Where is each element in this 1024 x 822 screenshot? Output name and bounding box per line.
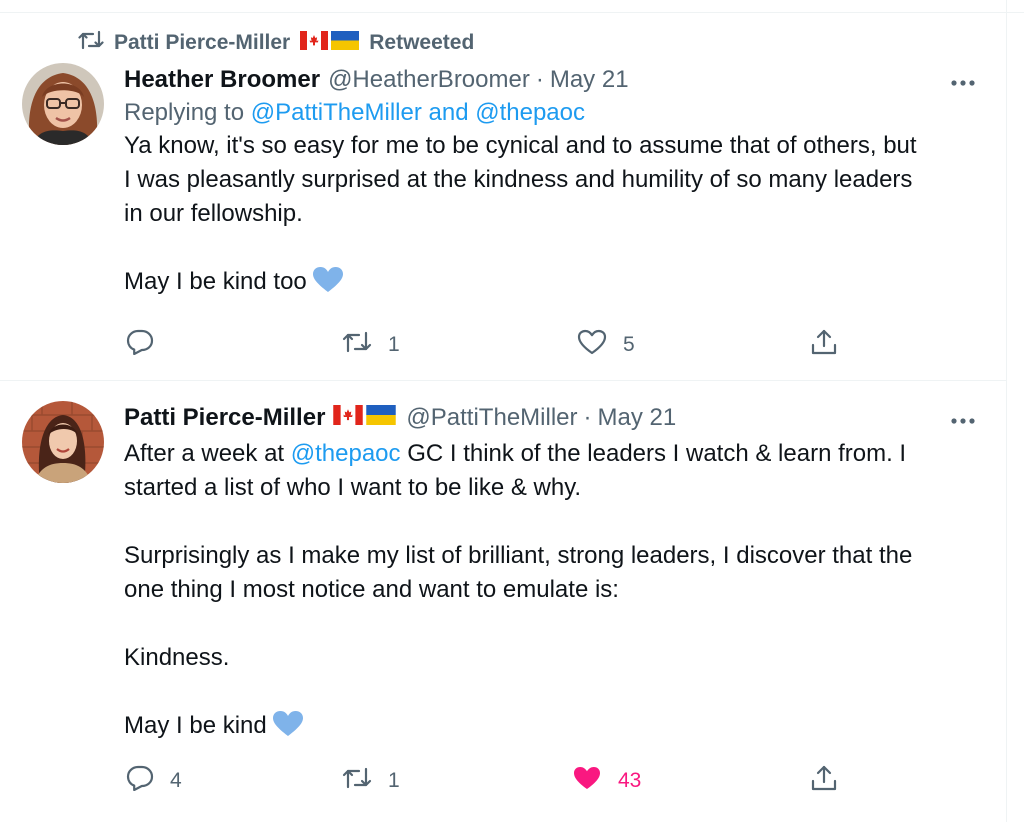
reply-button[interactable]	[126, 329, 170, 361]
tweet-header: Patti Pierce-Miller @PattiTheMiller · Ma…	[124, 401, 976, 435]
avatar-patti-pierce-miller[interactable]	[22, 401, 104, 483]
timeline-border	[1006, 0, 1007, 822]
tweet-text: After a week at @thepaoc GC I think of t…	[124, 437, 976, 747]
blue-heart-emoji	[313, 267, 344, 303]
tweet-text-line: After a week at @thepaoc GC I think of t…	[124, 440, 907, 467]
reply-count: 4	[170, 769, 182, 792]
author-flags	[333, 404, 397, 432]
like-count: 43	[618, 769, 642, 792]
retweet-icon	[342, 766, 372, 796]
tweet-patti-pierce-miller[interactable]: Patti Pierce-Miller @PattiTheMiller · Ma…	[0, 381, 1006, 822]
retweet-context: Patti Pierce-Miller Retweeted	[78, 29, 474, 57]
tweet-actions: 1 5	[124, 328, 844, 362]
retweeted-label: Retweeted	[369, 31, 475, 54]
reply-mention-thepaoc[interactable]: @thepaoc	[475, 99, 585, 126]
retweet-count: 1	[388, 769, 400, 792]
tweet-text-line: started a list of who I want to be like …	[124, 474, 582, 501]
share-button[interactable]	[810, 764, 838, 798]
replying-prefix: Replying to	[124, 99, 245, 126]
like-icon-filled	[572, 765, 602, 797]
tweet-text-line: May I be kind	[124, 709, 976, 747]
more-icon[interactable]	[950, 63, 976, 94]
tweet-text: Ya know, it's so easy for me to be cynic…	[124, 129, 976, 303]
blue-heart-emoji	[273, 711, 304, 747]
tweet-header: Heather Broomer @HeatherBroomer · May 21	[124, 63, 976, 97]
like-button-active[interactable]: 43	[572, 765, 641, 797]
like-count: 5	[623, 333, 635, 356]
tweet-content: Patti Pierce-Miller @PattiTheMiller · Ma…	[124, 401, 976, 747]
tweet-text-line: Ya know, it's so easy for me to be cynic…	[124, 132, 917, 159]
ukraine-flag-icon	[331, 30, 360, 56]
tweet-text-line: May I be kind too	[124, 265, 976, 303]
retweet-icon	[78, 29, 104, 57]
author-handle[interactable]: @HeatherBroomer	[328, 66, 530, 94]
tweet-content: Heather Broomer @HeatherBroomer · May 21…	[124, 63, 976, 303]
tweet-text-line: Surprisingly as I make my list of brilli…	[124, 542, 913, 569]
ukraine-flag-icon	[366, 404, 397, 432]
separator-dot: ·	[535, 66, 544, 93]
tweet-text-line: one thing I most notice and want to emul…	[124, 576, 619, 603]
retweet-icon	[342, 330, 372, 360]
like-button[interactable]: 5	[577, 329, 635, 361]
author-name[interactable]: Heather Broomer	[124, 66, 320, 94]
tweet-text-line: Kindness.	[124, 644, 230, 671]
retweeter-flags	[300, 30, 360, 56]
tweet-date[interactable]: May 21	[550, 66, 629, 94]
reply-button[interactable]: 4	[126, 765, 182, 797]
author-handle[interactable]: @PattiTheMiller	[406, 404, 577, 432]
retweet-button[interactable]: 1	[342, 330, 400, 360]
share-icon	[810, 764, 838, 798]
more-icon[interactable]	[950, 401, 976, 432]
share-icon	[810, 328, 838, 362]
reply-icon	[126, 329, 154, 361]
separator-dot: ·	[583, 404, 592, 431]
tweet-date[interactable]: May 21	[598, 404, 677, 432]
reply-icon	[126, 765, 154, 797]
tweet-heather-broomer[interactable]: Patti Pierce-Miller Retweeted Heather Br…	[0, 13, 1006, 380]
replying-to: Replying to @PattiTheMiller and @thepaoc	[124, 99, 976, 127]
canada-flag-icon	[300, 30, 329, 56]
reply-and: and	[428, 99, 469, 126]
retweet-button[interactable]: 1	[342, 766, 400, 796]
tweet-text-line: in our fellowship.	[124, 200, 303, 227]
reply-mention-pattithemiller[interactable]: @PattiTheMiller	[251, 99, 422, 126]
tweet-actions: 4 1 43	[124, 764, 844, 798]
author-name[interactable]: Patti Pierce-Miller	[124, 404, 325, 432]
retweeter-name[interactable]: Patti Pierce-Miller	[114, 31, 290, 55]
retweet-count: 1	[388, 333, 400, 356]
like-icon	[577, 329, 607, 361]
tweet-text-line: I was pleasantly surprised at the kindne…	[124, 166, 913, 193]
share-button[interactable]	[810, 328, 838, 362]
canada-flag-icon	[333, 404, 364, 432]
avatar-heather-broomer[interactable]	[22, 63, 104, 145]
mention-thepaoc[interactable]: @thepaoc	[291, 440, 401, 467]
